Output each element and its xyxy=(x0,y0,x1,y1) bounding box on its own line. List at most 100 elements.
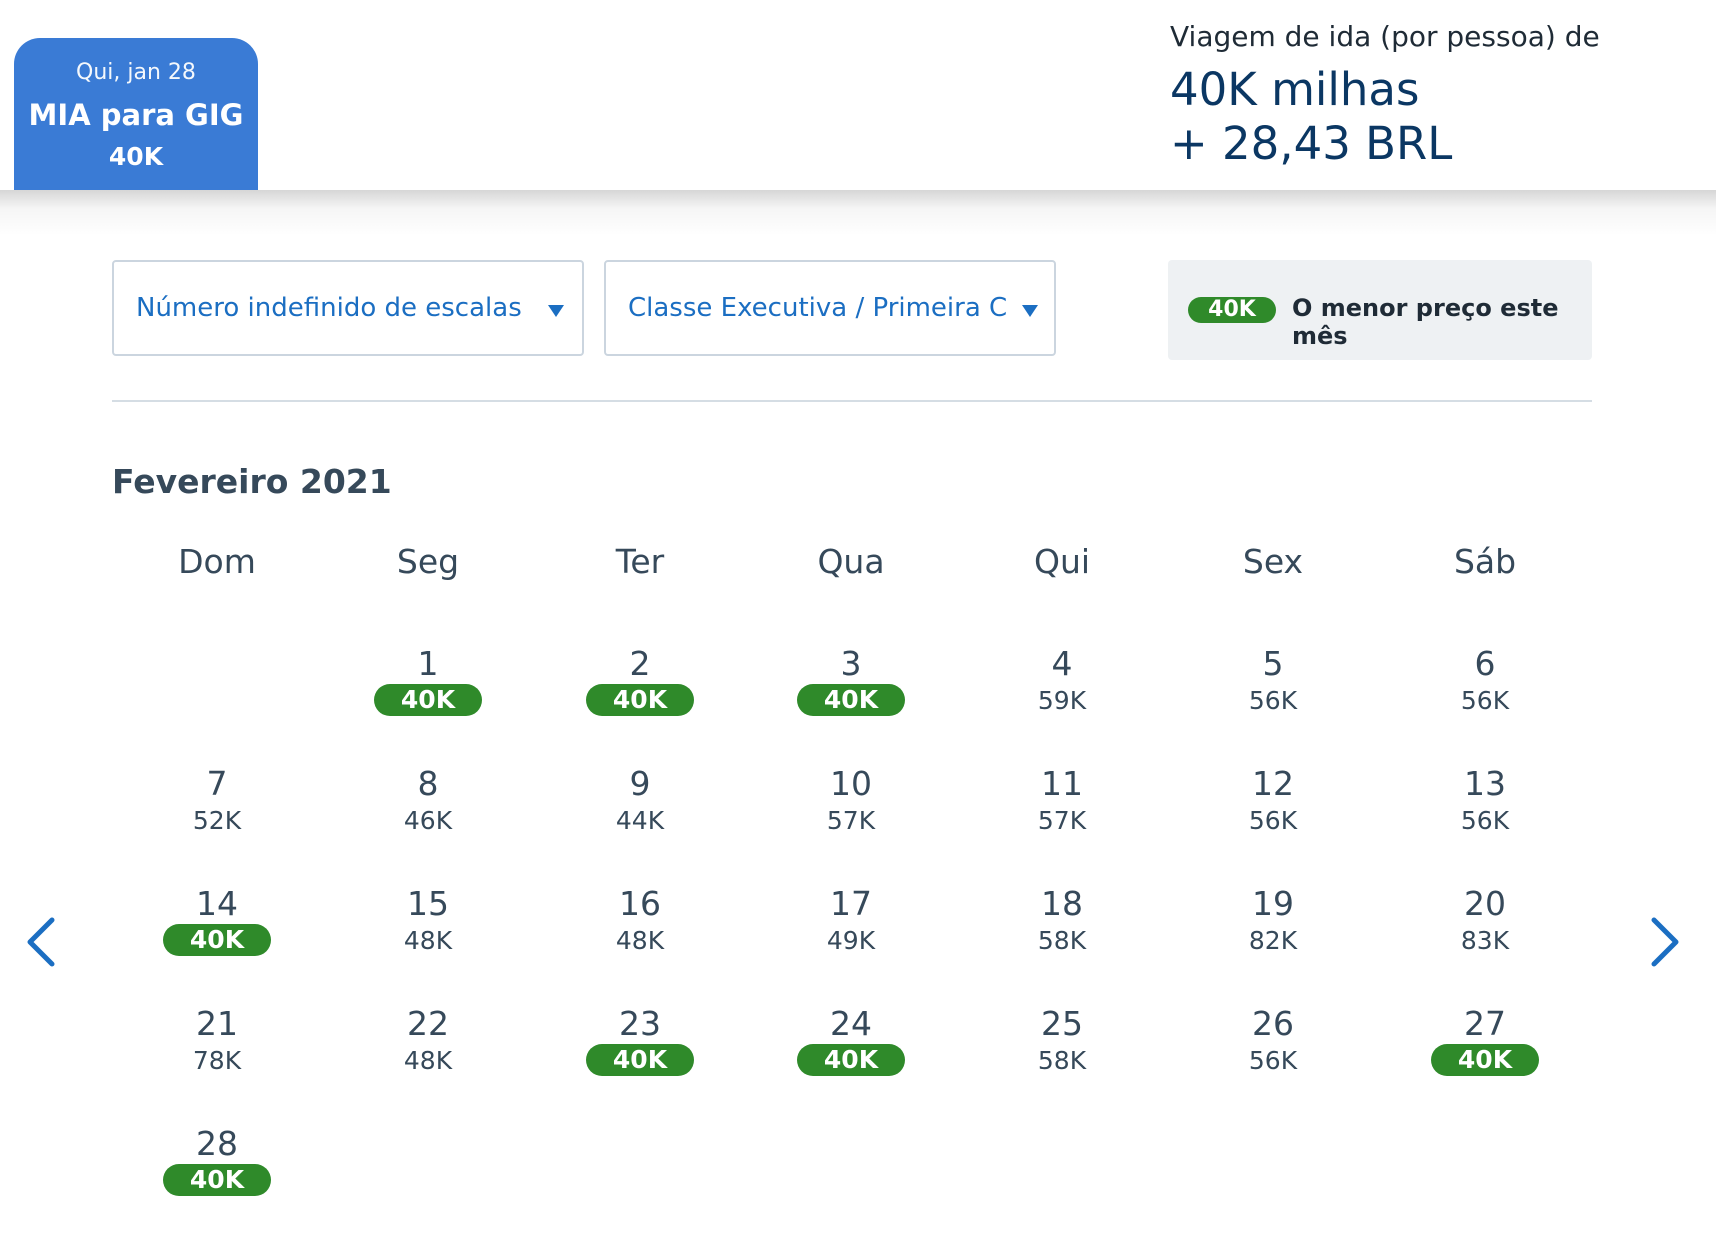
calendar-day[interactable]: 16 48K xyxy=(560,884,720,984)
day-price: 58K xyxy=(1037,1046,1087,1075)
day-number: 28 xyxy=(196,1124,238,1163)
day-number: 17 xyxy=(830,884,872,923)
calendar-day[interactable]: 7 52K xyxy=(137,764,297,864)
calendar-day[interactable]: 19 82K xyxy=(1193,884,1353,984)
cabin-class-select-value: Classe Executiva / Primeira Classe xyxy=(628,293,1008,323)
day-number: 10 xyxy=(830,764,872,803)
calendar-day[interactable]: 21 78K xyxy=(137,1004,297,1104)
day-price: 44K xyxy=(615,806,665,835)
calendar-day[interactable]: 18 58K xyxy=(982,884,1142,984)
day-price: 57K xyxy=(826,806,876,835)
lowest-price-legend: 40K O menor preço este mês xyxy=(1168,260,1592,360)
calendar-day[interactable]: 22 48K xyxy=(348,1004,508,1104)
day-number: 18 xyxy=(1041,884,1083,923)
lowest-price-badge: 40K xyxy=(1188,297,1276,323)
calendar-day[interactable]: 8 46K xyxy=(348,764,508,864)
day-number: 2 xyxy=(629,644,651,683)
day-price: 83K xyxy=(1460,926,1510,955)
day-price: 56K xyxy=(1248,1046,1298,1075)
day-number: 22 xyxy=(407,1004,449,1043)
calendar-day[interactable]: 14 40K xyxy=(137,884,297,984)
day-number: 4 xyxy=(1051,644,1073,683)
day-number: 23 xyxy=(619,1004,661,1043)
month-title: Fevereiro 2021 xyxy=(112,462,392,501)
divider xyxy=(112,400,1592,402)
calendar-day[interactable]: 12 56K xyxy=(1193,764,1353,864)
day-price: 52K xyxy=(192,806,242,835)
day-number: 11 xyxy=(1041,764,1083,803)
stops-select-value: Número indefinido de escalas xyxy=(136,293,522,323)
weekday-label: Dom xyxy=(178,542,256,581)
fare-summary-label: Viagem de ida (por pessoa) de xyxy=(1170,20,1600,53)
lowest-price-legend-text: O menor preço este mês xyxy=(1292,294,1559,350)
calendar-day[interactable]: 20 83K xyxy=(1405,884,1565,984)
calendar-day[interactable]: 13 56K xyxy=(1405,764,1565,864)
day-number: 7 xyxy=(206,764,228,803)
calendar-day[interactable]: 2 40K xyxy=(560,644,720,744)
chevron-right-icon xyxy=(1651,917,1679,967)
calendar-day[interactable]: 23 40K xyxy=(560,1004,720,1104)
calendar-day[interactable]: 27 40K xyxy=(1405,1004,1565,1104)
calendar-day[interactable]: 3 40K xyxy=(771,644,931,744)
day-price: 56K xyxy=(1460,686,1510,715)
calendar-day[interactable]: 28 40K xyxy=(137,1124,297,1224)
day-price: 56K xyxy=(1248,686,1298,715)
calendar-day[interactable]: 11 57K xyxy=(982,764,1142,864)
tab-price: 40K xyxy=(108,142,164,171)
fare-summary: Viagem de ida (por pessoa) de 40K milhas… xyxy=(1170,20,1600,171)
day-price: 59K xyxy=(1037,686,1087,715)
calendar-day[interactable]: 9 44K xyxy=(560,764,720,864)
next-month-button[interactable] xyxy=(1640,910,1688,974)
caret-down-icon xyxy=(548,305,564,317)
day-price: 82K xyxy=(1248,926,1298,955)
chevron-left-icon xyxy=(27,917,55,967)
day-number: 25 xyxy=(1041,1004,1083,1043)
day-number: 27 xyxy=(1464,1004,1506,1043)
weekday-label: Sex xyxy=(1242,542,1304,581)
day-number: 19 xyxy=(1252,884,1294,923)
day-price: 48K xyxy=(403,926,453,955)
selected-date-tab[interactable]: Qui, jan 28 MIA para GIG 40K xyxy=(14,38,258,190)
results-header: Qui, jan 28 MIA para GIG 40K Viagem de i… xyxy=(0,0,1716,190)
caret-down-icon xyxy=(1022,305,1038,317)
calendar-day[interactable]: 25 58K xyxy=(982,1004,1142,1104)
lowest-price-badge: 40K xyxy=(586,1044,694,1076)
day-price: 56K xyxy=(1460,806,1510,835)
day-number: 26 xyxy=(1252,1004,1294,1043)
calendar-day[interactable]: 15 48K xyxy=(348,884,508,984)
calendar-day[interactable]: 24 40K xyxy=(771,1004,931,1104)
day-number: 8 xyxy=(417,764,439,803)
day-number: 5 xyxy=(1262,644,1284,683)
day-price: 48K xyxy=(615,926,665,955)
calendar-day[interactable]: 17 49K xyxy=(771,884,931,984)
day-number: 3 xyxy=(840,644,862,683)
day-price: 58K xyxy=(1037,926,1087,955)
calendar-day[interactable]: 26 56K xyxy=(1193,1004,1353,1104)
day-number: 15 xyxy=(407,884,449,923)
day-number: 1 xyxy=(417,644,439,683)
calendar-day[interactable]: 10 57K xyxy=(771,764,931,864)
day-price: 48K xyxy=(403,1046,453,1075)
tab-date: Qui, jan 28 xyxy=(76,60,196,85)
calendar-day[interactable]: 6 56K xyxy=(1405,644,1565,744)
day-number: 12 xyxy=(1252,764,1294,803)
lowest-price-badge: 40K xyxy=(163,924,271,956)
fare-miles: 40K milhas xyxy=(1170,63,1420,116)
day-number: 16 xyxy=(619,884,661,923)
stops-select[interactable]: Número indefinido de escalas xyxy=(112,260,584,356)
day-number: 9 xyxy=(629,764,651,803)
lowest-price-badge: 40K xyxy=(1431,1044,1539,1076)
lowest-price-badge: 40K xyxy=(374,684,482,716)
day-price: 57K xyxy=(1037,806,1087,835)
day-price: 46K xyxy=(403,806,453,835)
calendar-day[interactable]: 5 56K xyxy=(1193,644,1353,744)
lowest-price-badge: 40K xyxy=(797,1044,905,1076)
day-number: 21 xyxy=(196,1004,238,1043)
calendar-day[interactable]: 4 59K xyxy=(982,644,1142,744)
weekday-label: Sáb xyxy=(1453,542,1517,581)
previous-month-button[interactable] xyxy=(18,910,66,974)
day-number: 6 xyxy=(1474,644,1496,683)
calendar-day[interactable]: 1 40K xyxy=(348,644,508,744)
header-shadow xyxy=(0,190,1716,236)
cabin-class-select[interactable]: Classe Executiva / Primeira Classe xyxy=(604,260,1056,356)
